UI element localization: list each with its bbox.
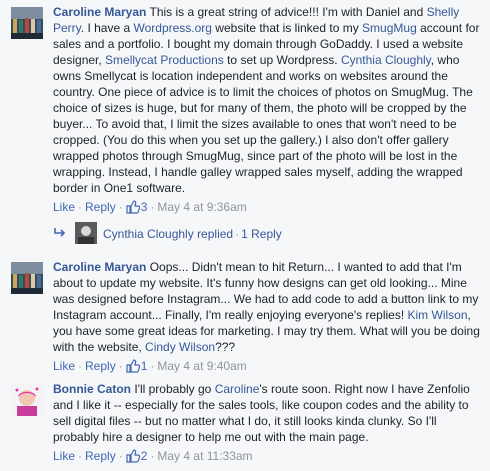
reply-verb: replied: [197, 227, 234, 241]
avatar[interactable]: [11, 384, 43, 416]
comment-author[interactable]: Caroline Maryan: [53, 260, 146, 274]
like-button[interactable]: Like: [53, 449, 75, 463]
comment-text: Caroline Maryan Oops... Didn't mean to h…: [53, 259, 482, 355]
thumbs-up-icon: [126, 200, 140, 214]
reply-button[interactable]: Reply: [85, 200, 116, 214]
comment-text: Caroline Maryan This is a great string o…: [53, 4, 482, 196]
comment-timestamp[interactable]: May 4 at 9:40am: [157, 359, 246, 373]
avatar[interactable]: [11, 7, 43, 39]
comment-text-segment: to set up Wordpress.: [223, 53, 341, 67]
like-button[interactable]: Like: [53, 200, 75, 214]
mention-link[interactable]: Wordpress.org: [133, 21, 211, 35]
comment-text-segment: ???: [215, 340, 236, 354]
like-count[interactable]: 2: [126, 449, 147, 463]
comment-author[interactable]: Bonnie Caton: [53, 382, 131, 396]
comment-text-segment: I'll probably go: [134, 382, 215, 396]
comment-text-segment: , who owns Smellycat is location indepen…: [53, 53, 473, 195]
mention-link[interactable]: SmugMug: [362, 21, 417, 35]
mention-link[interactable]: Cindy Wilson: [145, 340, 215, 354]
mention-link[interactable]: Smellycat Productions: [105, 53, 224, 67]
reply-arrow-icon: [54, 228, 66, 237]
thumbs-up-icon: [126, 449, 140, 463]
comment-thread: Caroline Maryan This is a great string o…: [0, 0, 490, 471]
comment-actions: Like · Reply · 2 · May 4 at 11:33am: [53, 449, 253, 463]
comment-timestamp[interactable]: May 4 at 9:36am: [157, 200, 246, 214]
reply-button[interactable]: Reply: [85, 359, 116, 373]
reply-author[interactable]: Cynthia Cloughly: [103, 227, 194, 241]
mention-link[interactable]: Caroline: [215, 382, 260, 396]
comment-author[interactable]: Caroline Maryan: [53, 5, 146, 19]
avatar[interactable]: [11, 262, 43, 294]
comment-text: Bonnie Caton I'll probably go Caroline's…: [53, 381, 482, 445]
like-button[interactable]: Like: [53, 359, 75, 373]
comment-actions: Like · Reply · 1 · May 4 at 9:40am: [53, 359, 247, 373]
comment-text-segment: . I have a: [80, 21, 134, 35]
like-count[interactable]: 1: [126, 359, 147, 373]
mention-link[interactable]: Kim Wilson: [408, 308, 468, 322]
comment-text-segment: website that is linked to my: [211, 21, 363, 35]
view-replies-link[interactable]: 1 Reply: [241, 227, 282, 241]
avatar[interactable]: [75, 222, 97, 244]
mention-link[interactable]: Cynthia Cloughly: [341, 53, 431, 67]
comment-text-segment: This is a great string of advice!!! I'm …: [149, 5, 427, 19]
thumbs-up-icon: [126, 359, 140, 373]
comment-actions: Like · Reply · 3 · May 4 at 9:36am: [53, 200, 247, 214]
reply-button[interactable]: Reply: [85, 449, 116, 463]
comment-timestamp[interactable]: May 4 at 11:33am: [157, 449, 252, 463]
like-count[interactable]: 3: [126, 200, 147, 214]
